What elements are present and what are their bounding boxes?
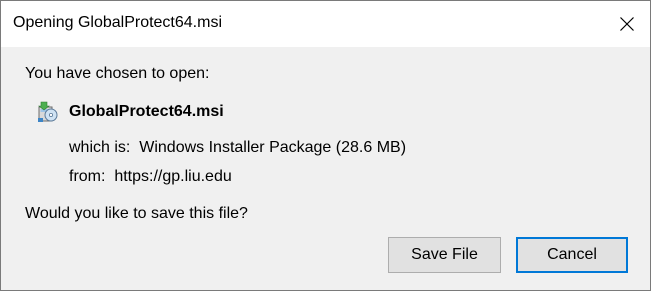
download-dialog: Opening GlobalProtect64.msi You have cho… (0, 0, 651, 291)
file-name: GlobalProtect64.msi (69, 103, 224, 120)
save-file-button[interactable]: Save File (388, 237, 501, 273)
file-info: GlobalProtect64.msi (36, 99, 224, 125)
window-title: Opening GlobalProtect64.msi (13, 14, 222, 31)
title-bar[interactable]: Opening GlobalProtect64.msi (1, 1, 650, 47)
windows-installer-icon (38, 101, 58, 122)
close-icon (620, 17, 634, 31)
file-type-info: which is: Windows Installer Package (28.… (69, 139, 407, 156)
close-button[interactable] (604, 1, 650, 47)
cancel-button[interactable]: Cancel (516, 237, 628, 273)
open-prompt: You have chosen to open: (25, 65, 210, 82)
save-question: Would you like to save this file? (25, 205, 248, 222)
file-source-info: from: https://gp.liu.edu (69, 168, 232, 185)
